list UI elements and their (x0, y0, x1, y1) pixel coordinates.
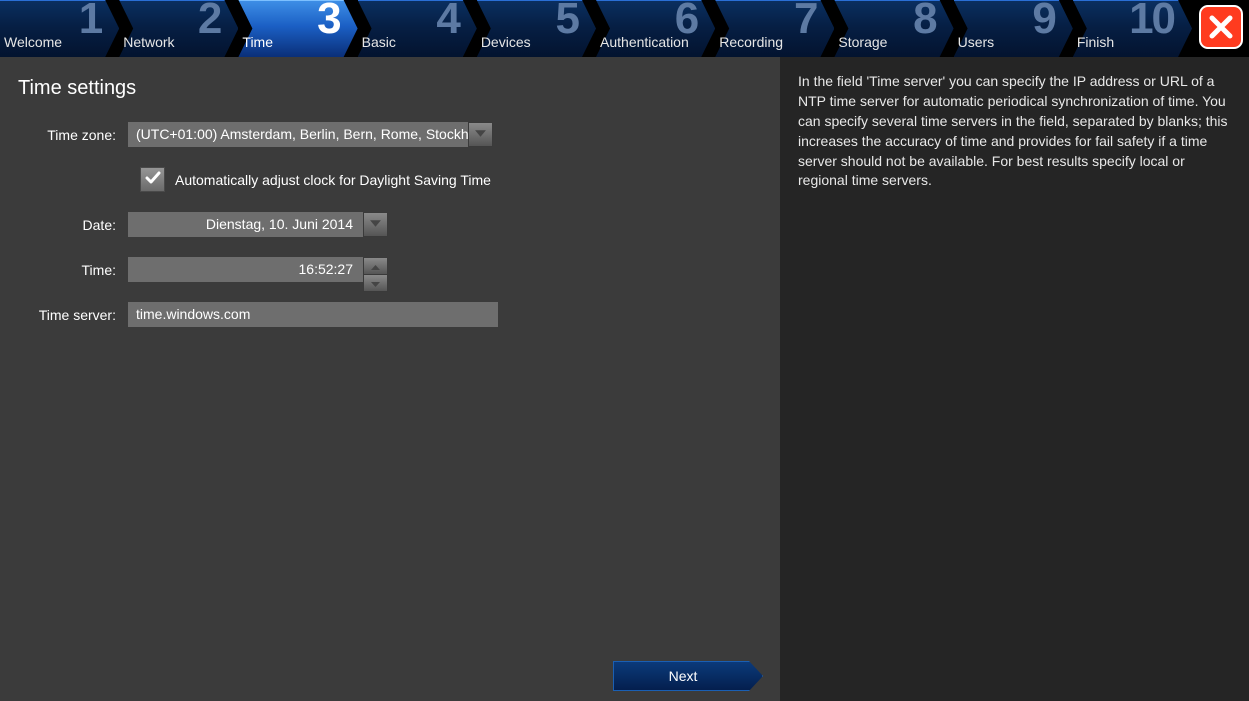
chevron-down-icon (474, 127, 487, 143)
close-icon (1199, 5, 1243, 52)
step-devices[interactable]: 5 Devices (477, 0, 596, 57)
step-storage[interactable]: 8 Storage (834, 0, 953, 57)
date-dropdown-button[interactable] (363, 212, 388, 237)
step-basic[interactable]: 4 Basic (358, 0, 477, 57)
time-label: Time: (18, 262, 128, 278)
step-network[interactable]: 2 Network (119, 0, 238, 57)
dst-checkbox-label: Automatically adjust clock for Daylight … (175, 172, 491, 188)
chevron-down-icon (370, 275, 381, 291)
step-users[interactable]: 9 Users (954, 0, 1073, 57)
dst-checkbox[interactable] (140, 167, 165, 192)
check-icon (145, 170, 161, 189)
step-welcome[interactable]: 1 Welcome (0, 0, 119, 57)
step-finish[interactable]: 10 Finish (1073, 0, 1192, 57)
chevron-up-icon (370, 258, 381, 274)
page-title: Time settings (18, 77, 762, 100)
step-time[interactable]: 3 Time (238, 0, 357, 57)
timezone-dropdown-button[interactable] (468, 122, 493, 147)
step-authentication[interactable]: 6 Authentication (596, 0, 715, 57)
wizard-step-bar: 1 Welcome 2 Network 3 Time 4 Basic 5 Dev… (0, 0, 1249, 57)
timeserver-label: Time server: (18, 307, 128, 323)
date-label: Date: (18, 217, 128, 233)
next-button[interactable]: Next (613, 661, 763, 691)
chevron-down-icon (369, 217, 382, 233)
time-spin-down[interactable] (363, 275, 388, 292)
main-panel: Time settings Time zone: (UTC+01:00) Ams… (0, 57, 780, 701)
help-panel: In the field 'Time server' you can speci… (780, 57, 1249, 701)
close-button[interactable] (1192, 0, 1249, 57)
timezone-label: Time zone: (18, 127, 128, 143)
timeserver-input[interactable] (128, 302, 498, 327)
date-field[interactable]: Dienstag, 10. Juni 2014 (128, 212, 363, 237)
time-spin-up[interactable] (363, 257, 388, 275)
time-field[interactable]: 16:52:27 (128, 257, 363, 282)
step-recording[interactable]: 7 Recording (715, 0, 834, 57)
timezone-select[interactable]: (UTC+01:00) Amsterdam, Berlin, Bern, Rom… (128, 122, 468, 147)
help-text: In the field 'Time server' you can speci… (798, 72, 1231, 191)
